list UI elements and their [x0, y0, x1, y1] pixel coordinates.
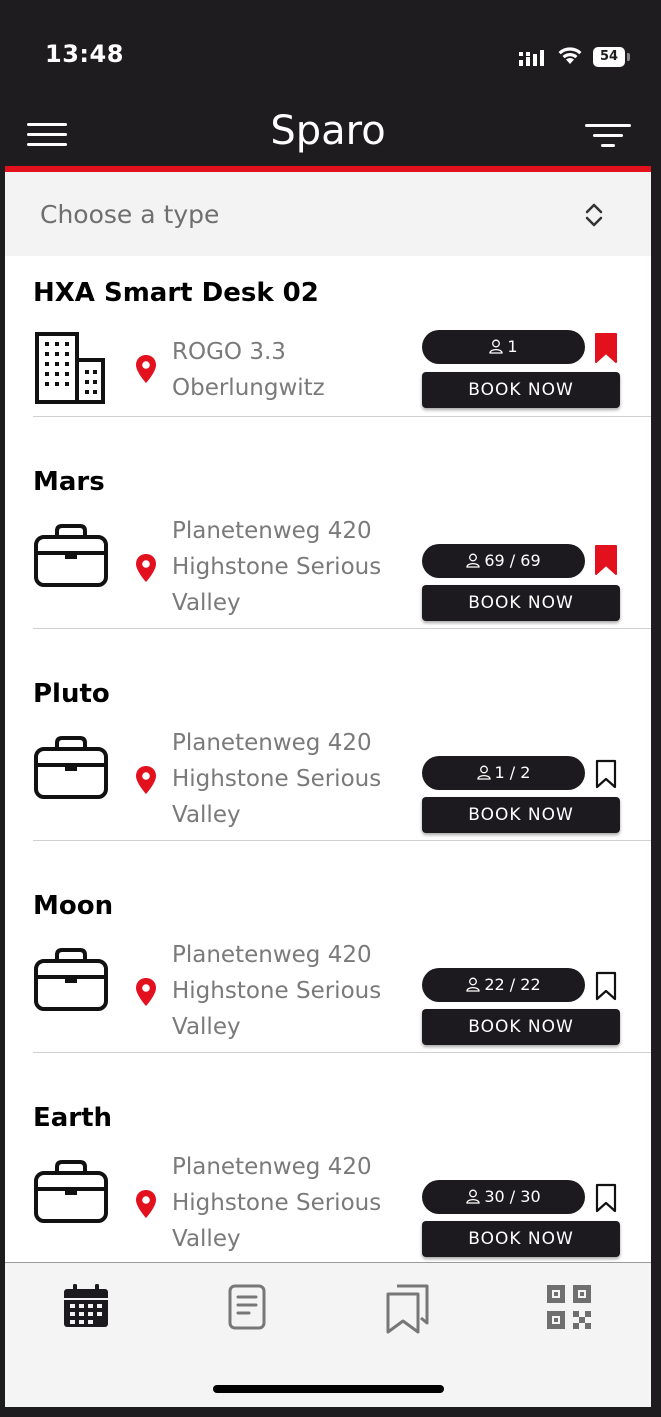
location-pin-icon	[136, 355, 156, 383]
capacity-value: 1	[507, 337, 518, 356]
list-item[interactable]: Earth Planetenweg 420 Highstone Serious …	[5, 1053, 651, 1262]
address-line: Planetenweg 420	[172, 942, 372, 968]
book-now-button[interactable]: BOOK NOW	[422, 1221, 620, 1257]
book-now-button[interactable]: BOOK NOW	[422, 1009, 620, 1045]
capacity-value: 22 / 22	[484, 975, 541, 994]
location-pin-icon	[136, 978, 156, 1006]
battery-cap	[627, 53, 630, 61]
address-line: Planetenweg 420	[172, 1154, 372, 1180]
list-item[interactable]: Moon Planetenweg 420 Highstone Serious V…	[5, 841, 651, 1053]
item-name: HXA Smart Desk 02	[33, 278, 319, 308]
bookmarks-icon[interactable]	[385, 1283, 431, 1335]
address-line: Oberlungwitz	[172, 375, 325, 401]
person-icon	[476, 765, 491, 780]
list-item[interactable]: HXA Smart Desk 02 ROGO 3.3 Oberlungwitz …	[5, 256, 651, 417]
item-name: Moon	[33, 891, 114, 921]
person-icon	[466, 977, 481, 992]
item-name: Earth	[33, 1103, 113, 1133]
person-icon	[466, 1189, 481, 1204]
app-header: Sparo	[5, 106, 651, 166]
filter-icon[interactable]	[583, 122, 633, 152]
item-name: Mars	[33, 467, 105, 497]
capacity-badge: 22 / 22	[422, 968, 585, 1002]
building-icon	[35, 332, 105, 404]
calendar-icon[interactable]	[62, 1283, 110, 1329]
address-line: Highstone Serious	[172, 766, 382, 792]
chevron-up-down-icon	[585, 203, 603, 227]
capacity-value: 1 / 2	[494, 763, 531, 782]
type-select-placeholder: Choose a type	[40, 200, 220, 229]
wifi-icon	[558, 47, 582, 64]
bookmark-outline-icon[interactable]	[594, 758, 618, 790]
address-line: Valley	[172, 1226, 241, 1252]
bookmark-filled-icon[interactable]	[594, 332, 618, 364]
address-line: Valley	[172, 1014, 241, 1040]
capacity-badge: 69 / 69	[422, 544, 585, 578]
type-select[interactable]: Choose a type	[5, 172, 651, 256]
status-time: 13:48	[45, 40, 124, 68]
status-bar: 13:48 54	[5, 10, 651, 106]
qr-code-icon[interactable]	[545, 1283, 593, 1331]
list-item[interactable]: Mars Planetenweg 420 Highstone Serious V…	[5, 417, 651, 629]
list-item[interactable]: Pluto Planetenweg 420 Highstone Serious …	[5, 629, 651, 841]
location-pin-icon	[136, 554, 156, 582]
capacity-value: 69 / 69	[484, 551, 541, 570]
person-icon	[466, 553, 481, 568]
address-line: Valley	[172, 802, 241, 828]
person-icon	[489, 339, 504, 354]
briefcase-icon	[34, 736, 108, 799]
briefcase-icon	[34, 948, 108, 1011]
location-pin-icon	[136, 766, 156, 794]
battery-indicator: 54	[593, 47, 625, 67]
bookmark-filled-icon[interactable]	[594, 544, 618, 576]
book-now-button[interactable]: BOOK NOW	[422, 797, 620, 833]
document-icon[interactable]	[227, 1283, 267, 1331]
address-line: Highstone Serious	[172, 978, 382, 1004]
address-line: ROGO 3.3	[172, 339, 286, 365]
item-address: Planetenweg 420 Highstone Serious Valley	[172, 1149, 381, 1257]
book-now-button[interactable]: BOOK NOW	[422, 372, 620, 408]
phone-screen: 13:48 54 Sparo Choose a type HXA Smart D…	[5, 10, 651, 1407]
capacity-value: 30 / 30	[484, 1187, 541, 1206]
bookmark-outline-icon[interactable]	[594, 1182, 618, 1214]
book-now-button[interactable]: BOOK NOW	[422, 585, 620, 621]
address-line: Planetenweg 420	[172, 518, 372, 544]
address-line: Highstone Serious	[172, 554, 382, 580]
location-pin-icon	[136, 1190, 156, 1218]
address-line: Planetenweg 420	[172, 730, 372, 756]
item-address: Planetenweg 420 Highstone Serious Valley	[172, 725, 381, 833]
item-address: Planetenweg 420 Highstone Serious Valley	[172, 937, 381, 1045]
briefcase-icon	[34, 1160, 108, 1223]
home-indicator	[213, 1385, 444, 1393]
capacity-badge: 1 / 2	[422, 756, 585, 790]
capacity-badge: 30 / 30	[422, 1180, 585, 1214]
cellular-signal-icon	[519, 50, 544, 66]
item-address: ROGO 3.3 Oberlungwitz	[172, 334, 325, 406]
bookmark-outline-icon[interactable]	[594, 970, 618, 1002]
resource-list: HXA Smart Desk 02 ROGO 3.3 Oberlungwitz …	[5, 256, 651, 1262]
item-name: Pluto	[33, 679, 110, 709]
capacity-badge: 1	[422, 330, 585, 364]
address-line: Valley	[172, 590, 241, 616]
briefcase-icon	[34, 524, 108, 587]
item-address: Planetenweg 420 Highstone Serious Valley	[172, 513, 381, 621]
app-title: Sparo	[270, 108, 386, 154]
address-line: Highstone Serious	[172, 1190, 382, 1216]
